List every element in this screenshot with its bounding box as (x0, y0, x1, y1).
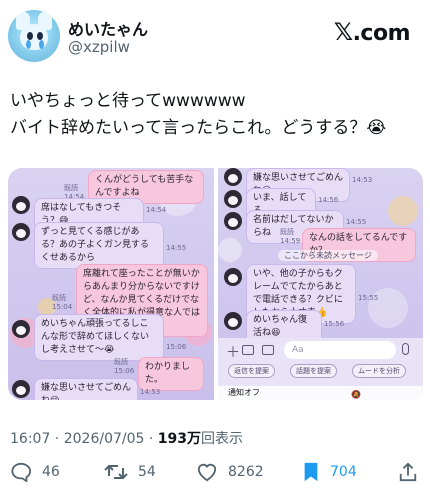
repost-icon (104, 464, 128, 480)
timestamp: 14:56 (318, 196, 339, 204)
tweet-meta: 16:07 · 2026/07/05 · 193万回表示 (10, 431, 244, 447)
read-label: 既読 (64, 184, 78, 192)
chat-message: わかりました。 (138, 357, 204, 391)
tweet-time[interactable]: 16:07 (10, 431, 50, 447)
tweet-media[interactable]: くんがどうしても苦手なんですよね 既読 14:54 席はなしてもきつそう？😅 1… (8, 168, 423, 400)
kuromi-avatar (224, 212, 242, 230)
timestamp: 14:53 (352, 176, 373, 184)
tweet-actions: 46 54 8262 704 (0, 460, 430, 488)
share-button[interactable] (398, 460, 428, 484)
timestamp: 14:54 (146, 206, 167, 214)
bookmark-icon (304, 462, 318, 482)
unread-divider: ここから未読メッセージ (278, 250, 378, 261)
timestamp: 14:53 (140, 388, 161, 396)
kuromi-avatar (224, 168, 242, 186)
analyze-mood-button[interactable]: ムードを分析 (352, 364, 406, 378)
like-button[interactable]: 8262 (196, 460, 264, 484)
timestamp: 15:06 (166, 343, 187, 351)
tweet-line-1: いやちょっと待ってwwwwww (10, 91, 246, 111)
notification-off-label: 通知オフ (228, 388, 260, 397)
timestamp: 15:06 (114, 367, 135, 375)
camera-icon[interactable] (242, 345, 254, 355)
microphone-icon[interactable] (402, 343, 409, 355)
notification-off-bar: 通知オフ 🔕 (218, 386, 423, 400)
kuromi-avatar (12, 196, 30, 214)
share-icon (399, 462, 417, 482)
like-count: 8262 (228, 464, 264, 480)
suggest-topic-button[interactable]: 話題を提案 (290, 364, 337, 378)
kuromi-avatar (224, 268, 242, 286)
bookmark-count: 704 (330, 464, 357, 480)
timestamp: 15:56 (324, 320, 345, 328)
avatar[interactable] (8, 10, 60, 62)
tweet-line-2: バイト辞めたいって言ったらこれ。どうする？😭 (10, 118, 387, 138)
read-label: 既読 (52, 294, 66, 302)
kuromi-avatar (12, 380, 30, 398)
plus-icon[interactable]: ＋ (226, 342, 240, 362)
chat-screenshot-left[interactable]: くんがどうしても苦手なんですよね 既読 14:54 席はなしてもきつそう？😅 1… (8, 168, 214, 400)
timestamp: 14:59 (280, 237, 301, 245)
heart-icon (197, 463, 217, 482)
chat-message: めいちゃん頑張ってるしこんな形で辞めてほしくないし考えさせて〜😭 (34, 314, 164, 361)
chat-message: ずっと見てくる感じがある？あの子よくガン見するくせあるから (34, 222, 164, 269)
reply-icon (11, 462, 32, 482)
reply-count: 46 (42, 464, 60, 480)
read-label: 既読 (114, 358, 128, 366)
kuromi-avatar (224, 312, 242, 330)
timestamp: 15:04 (52, 303, 73, 311)
tweet-text: いやちょっと待ってwwwwww バイト辞めたいって言ったらこれ。どうする？😭 (10, 88, 425, 142)
x-logo: 𝕏.com (333, 18, 411, 46)
timestamp: 14:55 (166, 244, 187, 252)
repost-count: 54 (138, 464, 156, 480)
chat-input-bar: ＋ Aa 返信を提案 話題を提案 ムードを分析 通知オフ 🔕 (218, 338, 423, 400)
message-input[interactable]: Aa (284, 341, 396, 359)
brand-text: .com (352, 21, 411, 46)
tweet-date[interactable]: 2026/07/05 (64, 431, 145, 447)
author-handle[interactable]: @xzpilw (68, 38, 130, 56)
bell-off-icon: 🔕 (351, 390, 361, 399)
read-label: 既読 (280, 228, 294, 236)
x-icon: 𝕏 (333, 18, 353, 46)
author-name[interactable]: めいたゃん (68, 16, 148, 40)
suggest-reply-button[interactable]: 返信を提案 (228, 364, 275, 378)
bookmark-button[interactable]: 704 (302, 460, 357, 484)
repost-button[interactable]: 54 (104, 460, 156, 484)
timestamp: 15:55 (358, 294, 379, 302)
reply-button[interactable]: 46 (10, 460, 60, 484)
chat-message: 嫌な思いさせてごめんね😔 (34, 378, 138, 400)
timestamp: 14:55 (346, 218, 367, 226)
image-icon[interactable] (262, 345, 274, 355)
chat-screenshot-right[interactable]: 嫌な思いさせてごめんね😔 14:53 いま、話してる 14:56 名前はだしてな… (218, 168, 423, 400)
kuromi-avatar (224, 190, 242, 208)
tweet-header: めいたゃん @xzpilw 𝕏.com (0, 0, 430, 70)
view-count: 193万 (157, 431, 202, 447)
kuromi-avatar (12, 320, 30, 338)
view-label: 回表示 (201, 431, 244, 447)
kuromi-avatar (12, 223, 30, 241)
